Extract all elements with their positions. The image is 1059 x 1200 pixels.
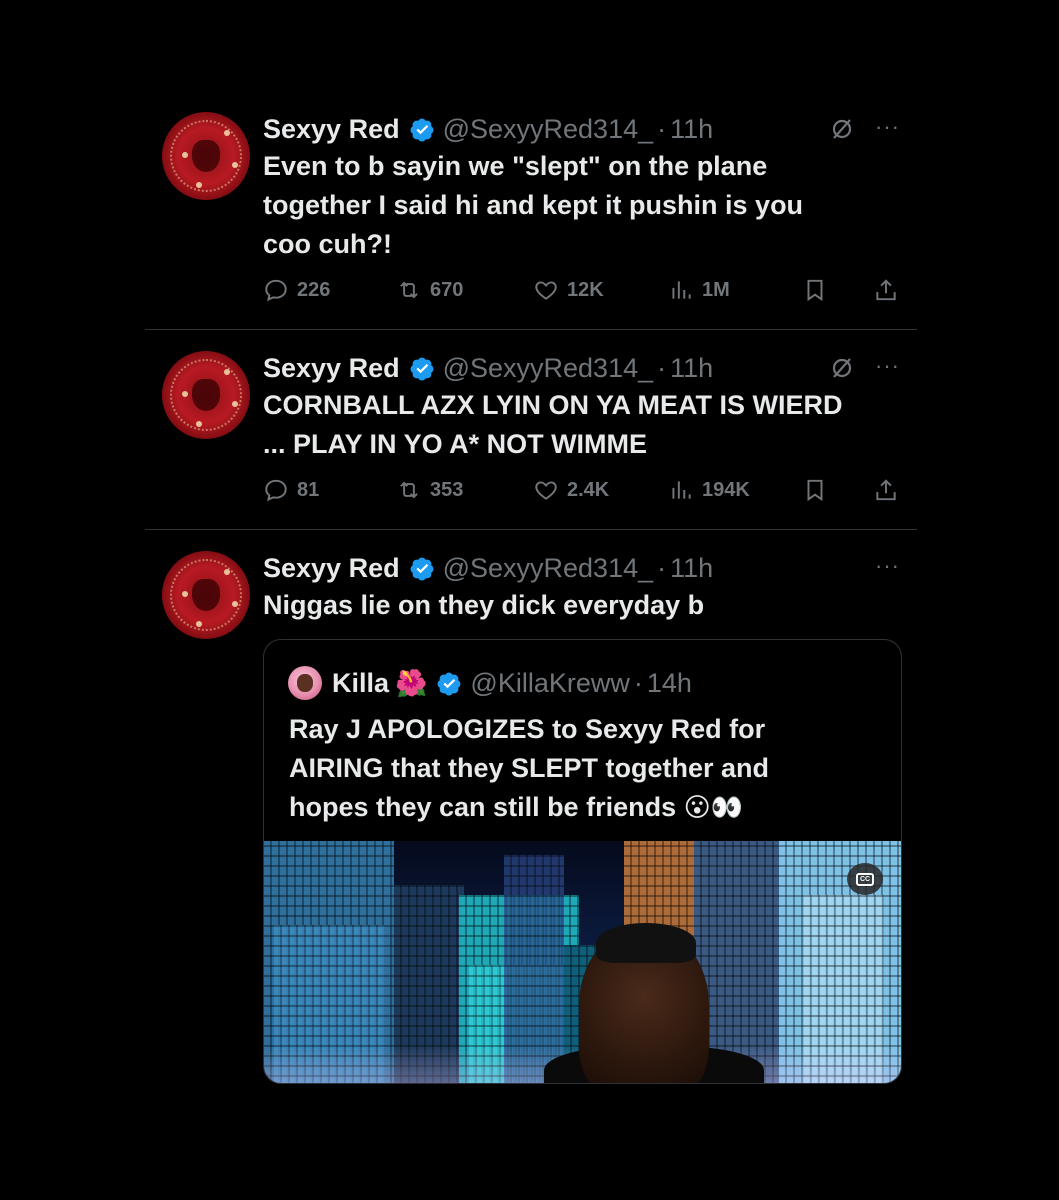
grok-icon[interactable] — [830, 117, 854, 141]
view-count: 1M — [702, 278, 730, 301]
share-button[interactable] — [873, 277, 907, 303]
more-options-icon[interactable]: ··· — [875, 114, 900, 140]
separator: · — [657, 552, 667, 583]
display-name[interactable]: Sexyy Red — [263, 114, 400, 145]
like-button[interactable]: 12K — [533, 277, 604, 303]
timestamp[interactable]: 11h — [670, 114, 713, 145]
tweet-2[interactable]: Sexyy Red @SexyyRed314_ · 11h ··· CORNBA… — [145, 351, 917, 511]
display-name[interactable]: Sexyy Red — [263, 553, 400, 584]
video-thumbnail[interactable]: CC — [264, 841, 901, 1083]
bookmark-icon — [807, 479, 823, 502]
like-button[interactable]: 2.4K — [533, 477, 609, 503]
separator: · — [633, 667, 643, 698]
tweet-text-line: ... PLAY IN YO A* NOT WIMME — [263, 429, 648, 459]
repost-count: 670 — [430, 278, 464, 301]
verified-badge-icon — [410, 357, 434, 380]
avatar[interactable] — [162, 551, 250, 639]
views-button[interactable]: 1M — [668, 277, 730, 303]
tweet-text-line: Niggas lie on they dick everyday b — [263, 590, 705, 620]
quoted-text-line: hopes they can still be friends — [289, 792, 677, 822]
reply-button[interactable]: 226 — [263, 277, 330, 303]
reply-icon — [265, 279, 287, 302]
person-hair — [596, 923, 696, 963]
heart-icon — [535, 281, 557, 300]
avatar[interactable] — [162, 351, 250, 439]
quoted-timestamp[interactable]: 14h — [647, 668, 692, 699]
tweet-text-line: coo cuh?! — [263, 229, 392, 259]
handle[interactable]: @SexyyRed314_ — [443, 553, 654, 584]
repost-icon — [400, 281, 418, 299]
divider — [145, 529, 917, 530]
quoted-tweet-header: Killa 🌺 @KillaKreww · 14h — [288, 666, 692, 700]
action-bar: 226 670 12K 1M — [263, 277, 913, 307]
more-options-icon[interactable]: ··· — [875, 353, 900, 379]
heart-icon — [535, 481, 557, 500]
views-icon — [672, 481, 691, 499]
handle[interactable]: @SexyyRed314_ — [443, 114, 654, 145]
verified-badge-icon — [410, 118, 434, 141]
emoji-reaction: 😮👀 — [683, 792, 744, 822]
tweet-3[interactable]: Sexyy Red @SexyyRed314_ · 11h ··· Niggas… — [145, 551, 917, 651]
quoted-text-line: Ray J APOLOGIZES to Sexyy Red for — [289, 714, 766, 744]
tweet-header: Sexyy Red @SexyyRed314_ · 11h — [263, 112, 713, 146]
share-icon — [876, 279, 896, 301]
timestamp[interactable]: 11h — [670, 353, 713, 384]
bookmark-button[interactable] — [802, 277, 836, 303]
separator: · — [657, 113, 667, 144]
reply-count: 81 — [297, 478, 320, 501]
divider — [145, 329, 917, 330]
quoted-handle[interactable]: @KillaKreww — [470, 668, 629, 699]
share-icon — [876, 479, 896, 501]
tweet-text-line: Even to b sayin we "slept" on the plane — [263, 151, 768, 181]
quoted-tweet-text: Ray J APOLOGIZES to Sexyy Red for AIRING… — [289, 710, 769, 827]
bookmark-button[interactable] — [802, 477, 836, 503]
repost-count: 353 — [430, 478, 464, 501]
captions-button[interactable]: CC — [847, 863, 883, 895]
reply-count: 226 — [297, 278, 331, 301]
tweet-text-line: together I said hi and kept it pushin is… — [263, 190, 804, 220]
repost-button[interactable]: 670 — [396, 277, 463, 303]
more-options-icon[interactable]: ··· — [875, 553, 900, 579]
tweet-1[interactable]: Sexyy Red @SexyyRed314_ · 11h ··· Even t… — [145, 112, 917, 312]
repost-button[interactable]: 353 — [396, 477, 463, 503]
quoted-display-name[interactable]: Killa — [332, 668, 389, 699]
timestamp[interactable]: 11h — [670, 553, 713, 584]
quoted-tweet[interactable]: Killa 🌺 @KillaKreww · 14h Ray J APOLOGIZ… — [263, 639, 902, 1084]
hibiscus-emoji: 🌺 — [395, 667, 428, 698]
separator: · — [657, 352, 667, 383]
like-count: 2.4K — [567, 478, 610, 501]
reply-icon — [265, 479, 287, 502]
quoted-avatar[interactable] — [288, 666, 322, 700]
display-name[interactable]: Sexyy Red — [263, 353, 400, 384]
avatar[interactable] — [162, 112, 250, 200]
tweet-text: Niggas lie on they dick everyday b — [263, 586, 704, 625]
repost-icon — [400, 481, 418, 499]
like-count: 12K — [567, 278, 604, 301]
share-button[interactable] — [873, 477, 907, 503]
grok-icon[interactable] — [830, 356, 854, 380]
reply-button[interactable]: 81 — [263, 477, 319, 503]
tweet-text: Even to b sayin we "slept" on the plane … — [263, 147, 803, 264]
handle[interactable]: @SexyyRed314_ — [443, 353, 654, 384]
views-button[interactable]: 194K — [668, 477, 750, 503]
tweet-header: Sexyy Red @SexyyRed314_ · 11h — [263, 551, 713, 585]
captions-icon: CC — [856, 872, 874, 886]
quoted-text-line: AIRING that they SLEPT together and — [289, 753, 770, 783]
views-icon — [672, 281, 691, 299]
action-bar: 81 353 2.4K 194K — [263, 477, 913, 507]
verified-badge-icon — [410, 557, 434, 580]
tweet-text: CORNBALL AZX LYIN ON YA MEAT IS WIERD ..… — [263, 386, 843, 464]
bookmark-icon — [807, 279, 823, 302]
verified-badge-icon — [437, 672, 461, 695]
tweet-text-line: CORNBALL AZX LYIN ON YA MEAT IS WIERD — [263, 390, 843, 420]
tweet-header: Sexyy Red @SexyyRed314_ · 11h — [263, 351, 713, 385]
view-count: 194K — [702, 478, 750, 501]
